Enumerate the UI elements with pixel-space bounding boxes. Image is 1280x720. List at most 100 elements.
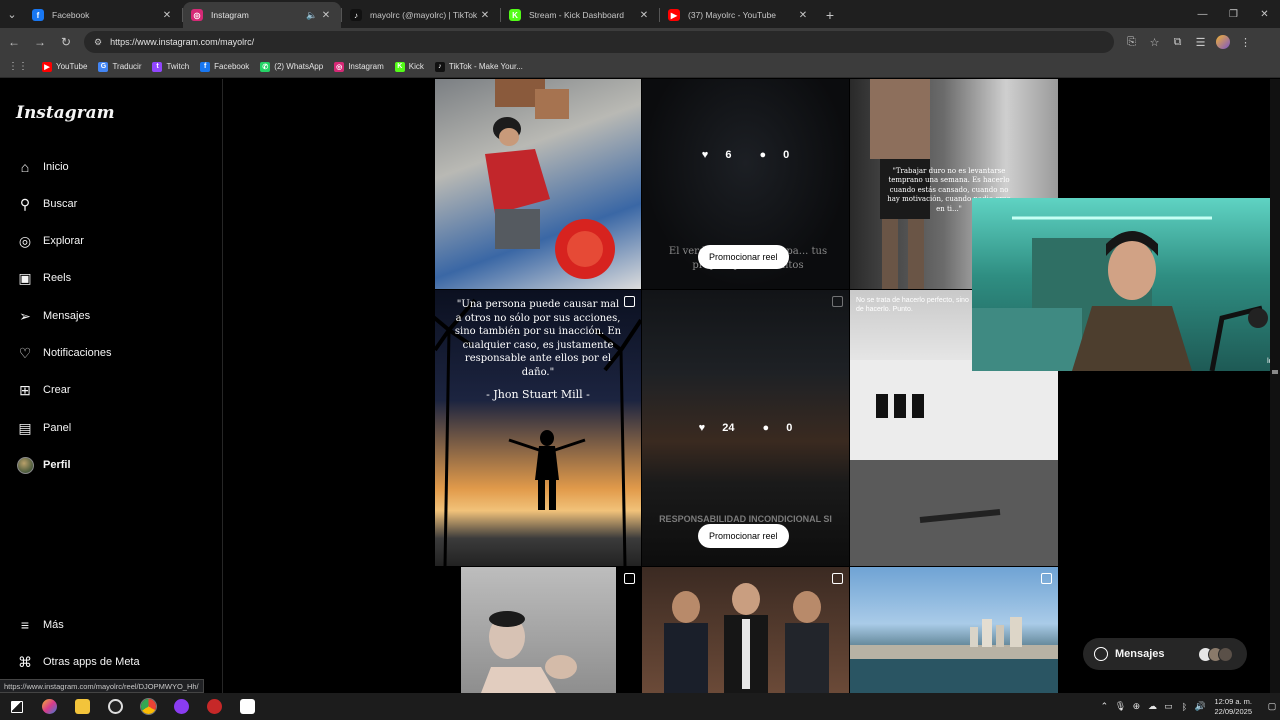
bookmark-item[interactable]: K Kick xyxy=(394,61,424,72)
clock-date: 22/09/2025 xyxy=(1214,706,1252,716)
tab-search-icon[interactable]: ⌄ xyxy=(0,0,24,28)
bookmark-item[interactable]: t Twitch xyxy=(152,61,189,72)
notifications-icon[interactable]: ▢ xyxy=(1264,701,1280,712)
sidebar-item-mensajes[interactable]: ➢ Mensajes xyxy=(16,304,90,328)
apps-grid-icon[interactable]: ⋮⋮ xyxy=(8,61,28,72)
bookmark-item[interactable]: ✆ (2) WhatsApp xyxy=(260,61,323,72)
microphone-icon[interactable]: 🎙 xyxy=(1112,701,1128,712)
profile-avatar-icon[interactable] xyxy=(1216,35,1230,49)
facebook-icon: f xyxy=(32,9,44,21)
sidebar-item-label: Reels xyxy=(43,272,72,284)
sidebar-item-perfil[interactable]: Perfil xyxy=(16,453,71,477)
bookmark-item[interactable]: ◎ Instagram xyxy=(334,61,384,72)
post-tile[interactable] xyxy=(435,79,641,289)
start-button[interactable] xyxy=(0,693,33,720)
instagram-logo[interactable]: Instagram xyxy=(16,103,115,123)
sidebar-item-label: Mensajes xyxy=(43,310,91,322)
windows-taskbar: ⌃ 🎙 ⊕ ☁ ▭ ᛒ 🔊 12:09 a. m. 22/09/2025 ▢ xyxy=(0,693,1280,720)
post-tile-reel[interactable] xyxy=(435,567,641,693)
post-tile[interactable] xyxy=(642,567,849,693)
tab-media-icon[interactable]: ☰ xyxy=(1189,30,1212,54)
scrollbar-thumb[interactable] xyxy=(1272,370,1278,374)
sidebar-item-crear[interactable]: ⊞ Crear xyxy=(16,378,70,402)
bookmark-item[interactable]: ▶ YouTube xyxy=(42,61,87,72)
bluetooth-icon[interactable]: ᛒ xyxy=(1176,702,1192,712)
close-tab-icon[interactable]: ✕ xyxy=(796,10,810,21)
maximize-icon[interactable]: ❐ xyxy=(1218,0,1249,28)
chrome-icon xyxy=(141,699,156,714)
sidebar-item-inicio[interactable]: ⌂ Inicio xyxy=(16,155,69,179)
page-scrollbar[interactable] xyxy=(1270,79,1280,693)
folder-icon xyxy=(75,699,90,714)
sidebar-item-notificaciones[interactable]: ♡ Notificaciones xyxy=(16,341,112,365)
sidebar-item-label: Explorar xyxy=(43,235,84,247)
close-tab-icon[interactable]: ✕ xyxy=(478,10,492,21)
tab-title: Instagram xyxy=(211,10,249,20)
network-icon[interactable]: ▭ xyxy=(1160,701,1176,712)
address-bar[interactable]: ⚙ https://www.instagram.com/mayolrc/ xyxy=(84,31,1114,53)
tray-overflow-icon[interactable]: ⌃ xyxy=(1096,701,1112,712)
extensions-icon[interactable]: ⧉ xyxy=(1166,30,1189,54)
cloud-icon[interactable]: ☁ xyxy=(1144,701,1160,712)
back-icon[interactable]: ← xyxy=(2,30,26,54)
taskbar-app-capcut[interactable] xyxy=(231,693,264,720)
bookmark-item[interactable]: G Traducir xyxy=(98,61,142,72)
promote-reel-button[interactable]: Promocionar reel xyxy=(698,245,789,269)
tab-audio-icon[interactable]: 🔈 xyxy=(305,10,319,21)
system-clock[interactable]: 12:09 a. m. 22/09/2025 xyxy=(1214,697,1252,717)
browser-toolbar: ← → ↻ ⚙ https://www.instagram.com/mayolr… xyxy=(0,28,1280,56)
taskbar-app-camera[interactable] xyxy=(198,693,231,720)
bookmark-item[interactable]: f Facebook xyxy=(200,61,249,72)
close-tab-icon[interactable]: ✕ xyxy=(637,10,651,21)
location-icon[interactable]: ⊕ xyxy=(1128,701,1144,712)
browser-tab[interactable]: K Stream - Kick Dashboard ✕ xyxy=(501,2,659,28)
taskbar-app-copilot[interactable] xyxy=(33,693,66,720)
taskbar-app-obs[interactable] xyxy=(99,693,132,720)
browser-tab[interactable]: ▶ (37) Mayolrc - YouTube ✕ xyxy=(660,2,818,28)
bookmark-star-icon[interactable]: ☆ xyxy=(1143,30,1166,54)
post-tile-reel[interactable]: ♥ 24 ● 0 RESPONSABILIDAD INCONDICIONAL S… xyxy=(642,290,849,566)
tab-list: f Facebook ✕ ◎ Instagram 🔈 ✕ ♪ mayolrc (@mayolrc… xyxy=(24,2,818,28)
sidebar-item-explorar[interactable]: ◎ Explorar xyxy=(16,229,84,253)
taskbar-app-explorer[interactable] xyxy=(66,693,99,720)
new-tab-button[interactable]: + xyxy=(818,2,842,28)
bookmark-item[interactable]: ♪ TikTok - Make Your... xyxy=(434,61,523,72)
bookmark-label: Traducir xyxy=(112,62,142,71)
comment-icon: ● xyxy=(759,149,767,161)
sidebar-item-otras-apps-de-meta[interactable]: ⌘ Otras apps de Meta xyxy=(16,650,140,674)
browser-tab[interactable]: ◎ Instagram 🔈 ✕ xyxy=(183,2,341,28)
close-tab-icon[interactable]: ✕ xyxy=(160,10,174,21)
taskbar-app-chrome[interactable] xyxy=(132,693,165,720)
forward-icon[interactable]: → xyxy=(28,30,52,54)
messages-label: Mensajes xyxy=(1115,648,1165,660)
instagram-page: Instagram ⌂ Inicio ⚲ Buscar ◎ Explorar ▣ Reels ➢… xyxy=(0,79,1280,693)
close-window-icon[interactable]: ✕ xyxy=(1249,0,1280,28)
webcam-overlay: logi xyxy=(972,198,1280,371)
messages-drawer-button[interactable]: Mensajes xyxy=(1083,638,1247,670)
post-tile-reel[interactable]: El verdadero... en la capa... tus propio… xyxy=(642,79,849,289)
minimize-icon[interactable]: — xyxy=(1187,0,1218,28)
promote-reel-button[interactable]: Promocionar reel xyxy=(698,524,789,548)
copilot-icon xyxy=(42,699,57,714)
close-tab-icon[interactable]: ✕ xyxy=(319,10,333,21)
reload-icon[interactable]: ↻ xyxy=(54,30,78,54)
site-info-icon[interactable]: ⚙ xyxy=(94,37,102,48)
sidebar-item-buscar[interactable]: ⚲ Buscar xyxy=(16,192,77,216)
post-tile-reel[interactable]: "Una persona puede causar mal a otros no… xyxy=(435,290,641,566)
install-app-icon[interactable]: ⎘ xyxy=(1120,30,1143,54)
sidebar-item-panel[interactable]: ▤ Panel xyxy=(16,416,71,440)
chrome-menu-icon[interactable]: ⋮ xyxy=(1234,30,1257,54)
messages-icon: ➢ xyxy=(19,307,31,324)
browser-tab[interactable]: f Facebook ✕ xyxy=(24,2,182,28)
sidebar-item-más[interactable]: ≡ Más xyxy=(16,613,64,637)
post-tile[interactable] xyxy=(850,567,1058,693)
bookmark-favicon-icon: ✆ xyxy=(260,61,271,72)
bookmark-favicon-icon: t xyxy=(152,61,163,72)
bookmark-favicon-icon: K xyxy=(394,61,405,72)
taskbar-app-purple[interactable] xyxy=(165,693,198,720)
link-status-bar: https://www.instagram.com/mayolrc/reel/D… xyxy=(0,679,204,693)
avatar xyxy=(16,456,34,474)
sidebar-item-reels[interactable]: ▣ Reels xyxy=(16,266,71,290)
volume-icon[interactable]: 🔊 xyxy=(1192,701,1208,712)
browser-tab[interactable]: ♪ mayolrc (@mayolrc) | TikTok ✕ xyxy=(342,2,500,28)
